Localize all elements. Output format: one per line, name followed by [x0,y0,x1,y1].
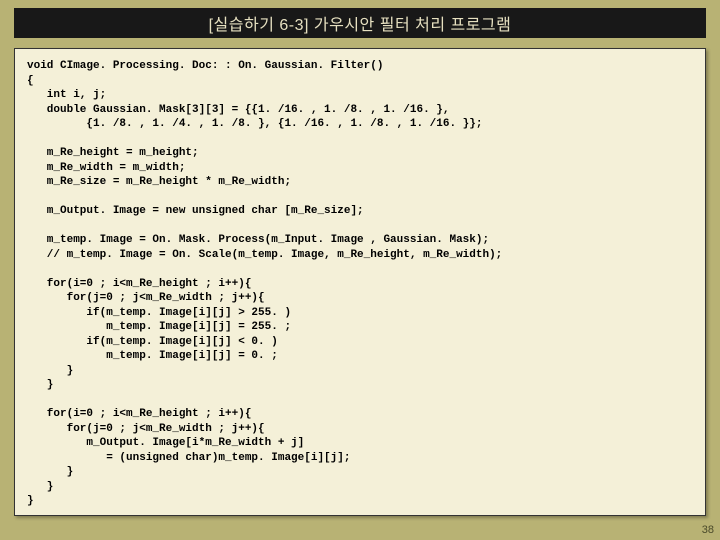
title-bar: [실습하기 6-3] 가우시안 필터 처리 프로그램 [14,8,706,38]
code-box: void CImage. Processing. Doc: : On. Gaus… [14,48,706,516]
slide: [실습하기 6-3] 가우시안 필터 처리 프로그램 void CImage. … [0,0,720,540]
code-content: void CImage. Processing. Doc: : On. Gaus… [27,59,693,509]
slide-title: [실습하기 6-3] 가우시안 필터 처리 프로그램 [209,11,512,35]
page-number: 38 [702,524,714,536]
